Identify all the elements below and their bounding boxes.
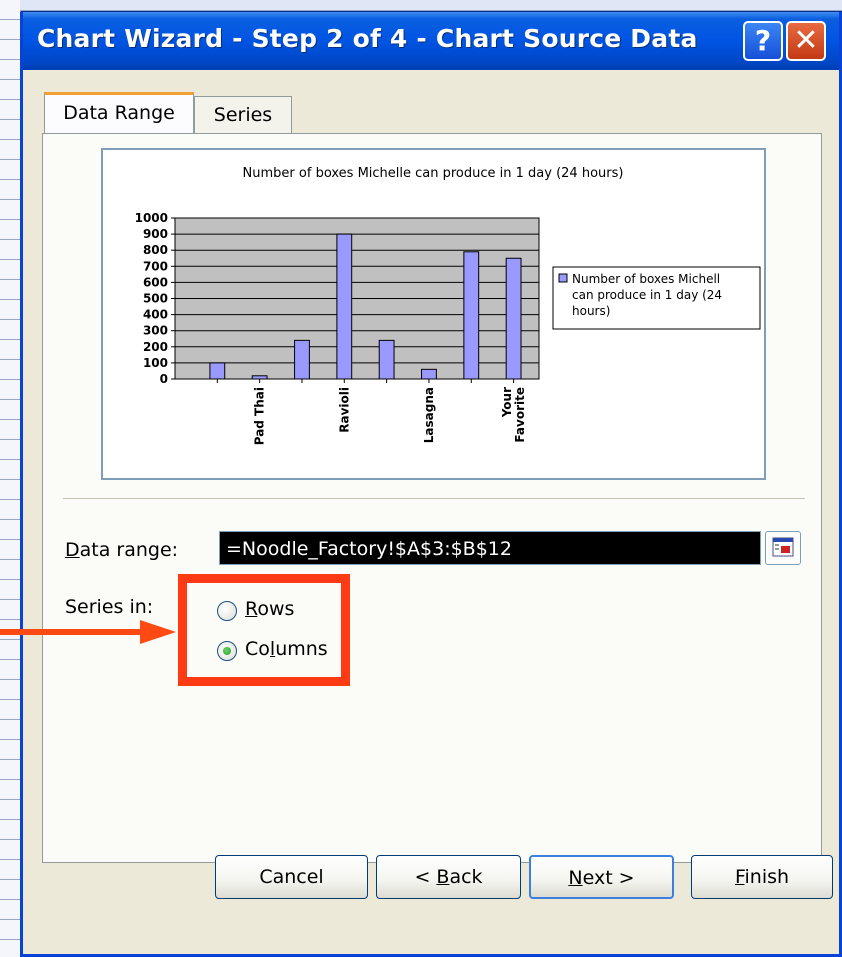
next-button[interactable]: Next > xyxy=(529,855,674,899)
y-tick-label: 300 xyxy=(143,324,168,338)
x-tick-label: Pad Thai xyxy=(253,387,267,445)
next-label-rest: ext > xyxy=(582,867,635,889)
legend-label: hours) xyxy=(572,304,610,318)
y-tick-label: 700 xyxy=(143,259,168,273)
background-spreadsheet xyxy=(0,0,21,957)
tab-data-range-label: Data Range xyxy=(63,102,175,124)
next-accel: N xyxy=(568,867,583,889)
help-icon: ? xyxy=(754,24,772,57)
finish-accel: F xyxy=(734,866,745,888)
collapse-dialog-button[interactable] xyxy=(765,531,801,565)
bar xyxy=(505,257,522,380)
tab-series-label: Series xyxy=(213,104,273,126)
background-sheet-header xyxy=(20,0,842,11)
title-bar[interactable]: Chart Wizard - Step 2 of 4 - Chart Sourc… xyxy=(23,12,839,70)
back-label-rest: ack xyxy=(449,866,483,888)
bar xyxy=(463,251,480,380)
finish-button[interactable]: Finish xyxy=(691,855,833,899)
cancel-button[interactable]: Cancel xyxy=(215,855,368,899)
highlight-annotation-box xyxy=(178,574,350,686)
tab-series[interactable]: Series xyxy=(194,96,292,134)
y-tick-label: 200 xyxy=(143,340,168,354)
y-tick-label: 0 xyxy=(160,372,168,386)
y-tick-label: 1000 xyxy=(135,211,168,225)
help-button[interactable]: ? xyxy=(743,21,783,61)
y-tick-label: 400 xyxy=(143,308,168,322)
bar xyxy=(378,339,395,380)
x-tick-label: Your xyxy=(500,387,514,418)
window-title: Chart Wizard - Step 2 of 4 - Chart Sourc… xyxy=(37,24,698,53)
chart-title: Number of boxes Michelle can produce in … xyxy=(243,166,624,181)
x-tick-label: Lasagna xyxy=(422,387,436,443)
close-button[interactable]: ✕ xyxy=(786,21,826,61)
tab-data-range[interactable]: Data Range xyxy=(44,92,194,134)
cancel-label: Cancel xyxy=(259,866,324,888)
y-tick-label: 900 xyxy=(143,227,168,241)
back-accel: B xyxy=(436,866,450,888)
y-tick-label: 600 xyxy=(143,275,168,289)
y-tick-label: 800 xyxy=(143,243,168,257)
chart-svg: Number of boxes Michelle can produce in … xyxy=(135,166,761,445)
bar xyxy=(294,339,310,380)
annotation-arrow-icon xyxy=(0,620,176,644)
data-range-accel: D xyxy=(65,539,80,561)
back-button[interactable]: < Back xyxy=(376,855,521,899)
data-range-label: Data range: xyxy=(65,539,178,561)
x-tick-label: Ravioli xyxy=(337,387,351,433)
data-range-input[interactable]: =Noodle_Factory!$A$3:$B$12 xyxy=(219,531,761,565)
bar xyxy=(421,368,437,380)
x-tick-label: Favorite xyxy=(513,387,527,443)
y-tick-label: 500 xyxy=(143,292,168,306)
close-icon: ✕ xyxy=(793,23,819,58)
chart-wizard-dialog: Chart Wizard - Step 2 of 4 - Chart Sourc… xyxy=(20,12,842,957)
legend-label: Number of boxes Michell xyxy=(572,272,720,286)
tab-panel: Number of boxes Michelle can produce in … xyxy=(42,133,822,863)
data-range-label-rest: ata range: xyxy=(79,539,179,561)
legend-swatch xyxy=(558,273,568,283)
bar xyxy=(251,375,268,380)
bar xyxy=(209,362,226,380)
collapse-dialog-icon xyxy=(772,537,794,557)
divider xyxy=(63,498,805,502)
finish-label-rest: inish xyxy=(744,866,790,888)
bar xyxy=(336,233,353,380)
y-tick-label: 100 xyxy=(143,356,168,370)
legend-label: can produce in 1 day (24 xyxy=(572,288,722,302)
back-label-pre: < xyxy=(414,866,437,888)
chart-preview: Number of boxes Michelle can produce in … xyxy=(101,148,766,480)
